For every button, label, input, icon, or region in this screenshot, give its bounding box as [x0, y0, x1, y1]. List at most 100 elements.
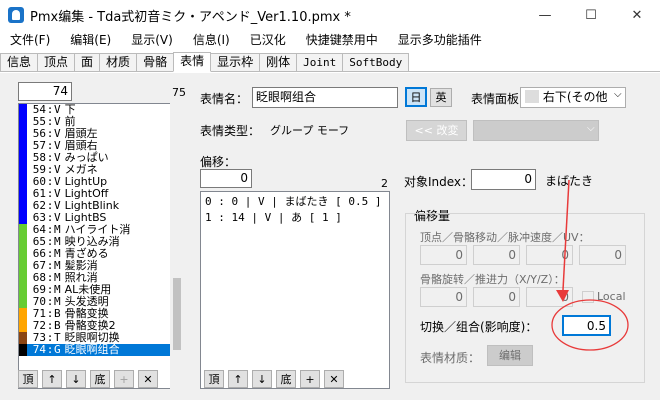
local-checkbox[interactable] — [582, 291, 594, 303]
move-up-button[interactable]: ↑ — [42, 370, 62, 388]
list-item[interactable]: 0 : 0 | V | まばたき [ 0.5 ] — [201, 194, 389, 210]
menu-bar: 文件(F) 编辑(E) 显示(V) 信息(I) 已汉化 快捷键禁用中 显示多功能… — [0, 30, 660, 50]
morph-list[interactable]: 54: V 下 55: V 前 56: V 眉頭左 57: V 眉頭右 58: V みっぱい 59:… — [18, 103, 184, 389]
tab-morph[interactable]: 表情 — [173, 52, 212, 72]
offset-count: 2 — [381, 177, 388, 190]
move-down-button[interactable]: ↓ — [252, 370, 272, 388]
chevron-down-icon: ⌵ — [614, 89, 622, 100]
target-index-label: 对象Index： — [404, 175, 474, 189]
convert-button[interactable]: << 改変 — [406, 120, 467, 141]
app-icon — [8, 7, 24, 23]
menu-view[interactable]: 显示(V) — [121, 30, 183, 50]
morph-color — [19, 200, 27, 212]
morph-color — [19, 188, 27, 200]
group-ratio-label: 切换／组合(影响度)： — [420, 320, 538, 334]
target-morph-name: まばたき — [545, 174, 594, 188]
move-top-button[interactable]: 頂 — [204, 370, 224, 388]
edit-material-button[interactable]: 编辑 — [487, 345, 533, 366]
vertex-offset-label: 顶点／骨骼移动／脉冲速度／UV： — [420, 231, 590, 244]
panel-select[interactable]: 右下(その他 — [520, 87, 626, 108]
move-bottom-button[interactable]: 底 — [90, 370, 110, 388]
offset-index-input[interactable]: 0 — [200, 169, 252, 188]
morph-color — [19, 152, 27, 164]
morph-color — [19, 296, 27, 308]
menu-localized[interactable]: 已汉化 — [240, 30, 296, 50]
add-morph-button[interactable]: + — [114, 370, 134, 388]
window-title: Pmx编集 - Tda式初音ミク・アペンド_Ver1.10.pmx * — [30, 9, 351, 25]
vertex-z-input[interactable]: 0 — [526, 245, 573, 265]
morph-color — [19, 260, 27, 272]
panel-label: 表情面板 — [471, 92, 520, 106]
rotation-z-input[interactable]: 0 — [526, 287, 573, 307]
morph-color — [19, 248, 27, 260]
offset-list-buttons: 頂 ↑ ↓ 底 + ✕ — [204, 370, 348, 388]
move-bottom-button[interactable]: 底 — [276, 370, 296, 388]
rotation-x-input[interactable]: 0 — [420, 287, 467, 307]
tab-face[interactable]: 面 — [74, 53, 101, 71]
menu-info[interactable]: 信息(I) — [183, 30, 240, 50]
morph-name-input[interactable]: 眨眼啊组合 — [252, 87, 398, 108]
morph-color — [19, 212, 27, 224]
panel-swatch — [525, 90, 539, 103]
maximize-button[interactable]: ☐ — [568, 0, 614, 30]
offset-label: 偏移： — [200, 155, 237, 169]
lang-en-button[interactable]: 英 — [430, 88, 452, 107]
add-offset-button[interactable]: + — [300, 370, 320, 388]
morph-color — [19, 284, 27, 296]
morph-color — [19, 176, 27, 188]
tab-vertex[interactable]: 顶点 — [37, 53, 76, 71]
menu-shortcut[interactable]: 快捷键禁用中 — [296, 30, 388, 50]
morph-color — [19, 104, 27, 116]
morph-material-label: 表情材质： — [420, 351, 481, 365]
offset-list[interactable]: 0 : 0 | V | まばたき [ 0.5 ] 1 : 14 | V | あ … — [200, 191, 390, 389]
tab-display-frame[interactable]: 显示枠 — [210, 53, 261, 71]
vertex-x-input[interactable]: 0 — [420, 245, 467, 265]
morph-color — [19, 224, 27, 236]
morph-color — [19, 332, 27, 344]
tab-bone[interactable]: 骨骼 — [136, 53, 175, 71]
morph-list-scroll-thumb[interactable] — [173, 278, 181, 350]
lang-jp-button[interactable]: 日 — [405, 87, 427, 107]
rotation-y-input[interactable]: 0 — [473, 287, 520, 307]
tab-info[interactable]: 信息 — [0, 53, 39, 71]
rotation-label: 骨骼旋转／推进力（X/Y/Z）： — [420, 273, 565, 286]
move-top-button[interactable]: 頂 — [18, 370, 38, 388]
tab-rigidbody[interactable]: 刚体 — [259, 53, 298, 71]
morph-type-label: 表情类型： — [200, 124, 261, 138]
morph-color — [19, 320, 27, 332]
morph-color — [19, 236, 27, 248]
morph-color — [19, 308, 27, 320]
move-up-button[interactable]: ↑ — [228, 370, 248, 388]
tab-softbody[interactable]: SoftBody — [342, 53, 410, 71]
title-bar: Pmx编集 - Tda式初音ミク・アペンド_Ver1.10.pmx * — ☐ … — [0, 0, 660, 30]
target-index-input[interactable]: 0 — [471, 169, 536, 190]
chevron-down-icon: ⌵ — [587, 123, 595, 134]
convert-type-select[interactable] — [473, 120, 599, 141]
menu-edit[interactable]: 编辑(E) — [60, 30, 121, 50]
list-item-selected[interactable]: 74: G 眨眼啊组合 — [19, 344, 183, 356]
morph-color — [19, 116, 27, 128]
list-item[interactable]: 1 : 14 | V | あ [ 1 ] — [201, 210, 389, 226]
minimize-button[interactable]: — — [522, 0, 568, 30]
group-ratio-input[interactable]: 0.5 — [562, 315, 611, 336]
morph-editor: 74 75 54: V 下 55: V 前 56: V 眉頭左 57: V 眉頭右 58: V みっ… — [0, 73, 660, 400]
morph-count: 75 — [172, 86, 186, 99]
tab-material[interactable]: 材质 — [99, 53, 138, 71]
delete-offset-button[interactable]: ✕ — [324, 370, 344, 388]
local-label: Local — [597, 290, 626, 303]
menu-file[interactable]: 文件(F) — [0, 30, 60, 50]
tab-bar: 信息 顶点 面 材质 骨骼 表情 显示枠 刚体 Joint SoftBody — [0, 52, 660, 72]
morph-list-buttons: 頂 ↑ ↓ 底 + ✕ — [18, 370, 162, 388]
morph-name-label: 表情名： — [200, 92, 249, 106]
move-down-button[interactable]: ↓ — [66, 370, 86, 388]
vertex-y-input[interactable]: 0 — [473, 245, 520, 265]
morph-index-input[interactable]: 74 — [18, 82, 72, 101]
delete-morph-button[interactable]: ✕ — [138, 370, 158, 388]
morph-color — [19, 344, 27, 356]
tab-joint[interactable]: Joint — [296, 53, 344, 71]
menu-plugins[interactable]: 显示多功能插件 — [388, 30, 492, 50]
morph-color — [19, 272, 27, 284]
vertex-w-input[interactable]: 0 — [579, 245, 626, 265]
close-button[interactable]: ✕ — [614, 0, 660, 30]
morph-color — [19, 128, 27, 140]
